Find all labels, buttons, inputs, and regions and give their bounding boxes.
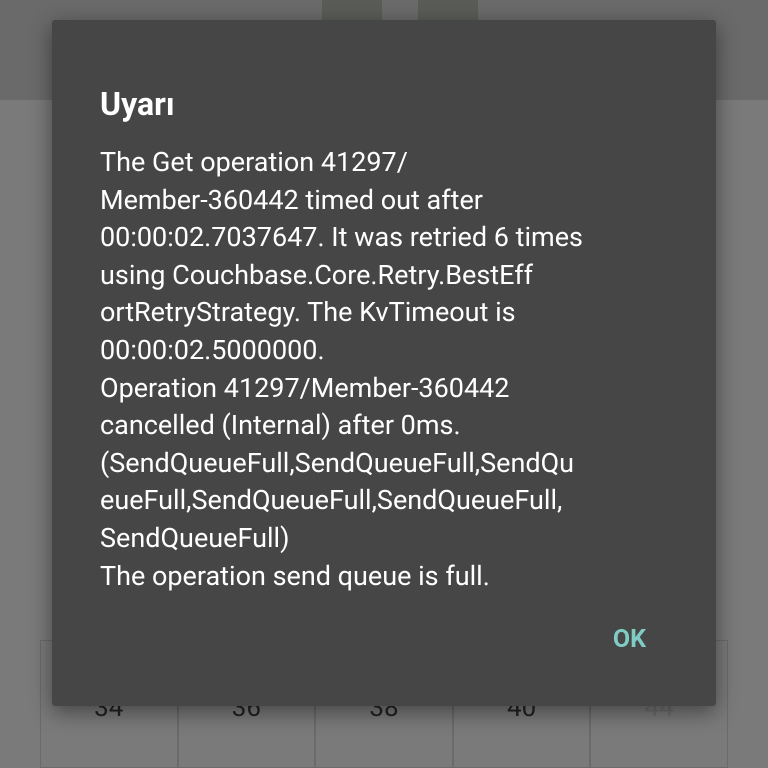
screen: 34 36 38 40 44 Uyarı The Get operation 4… (0, 0, 768, 768)
dialog-actions: OK (599, 617, 660, 662)
ok-button[interactable]: OK (599, 617, 660, 662)
alert-dialog: Uyarı The Get operation 41297/ Member-36… (52, 20, 716, 706)
product-image-fragment (418, 0, 478, 20)
product-image-fragment (322, 0, 382, 20)
dialog-title: Uyarı (100, 85, 175, 123)
dialog-message: The Get operation 41297/ Member-360442 t… (100, 146, 583, 592)
